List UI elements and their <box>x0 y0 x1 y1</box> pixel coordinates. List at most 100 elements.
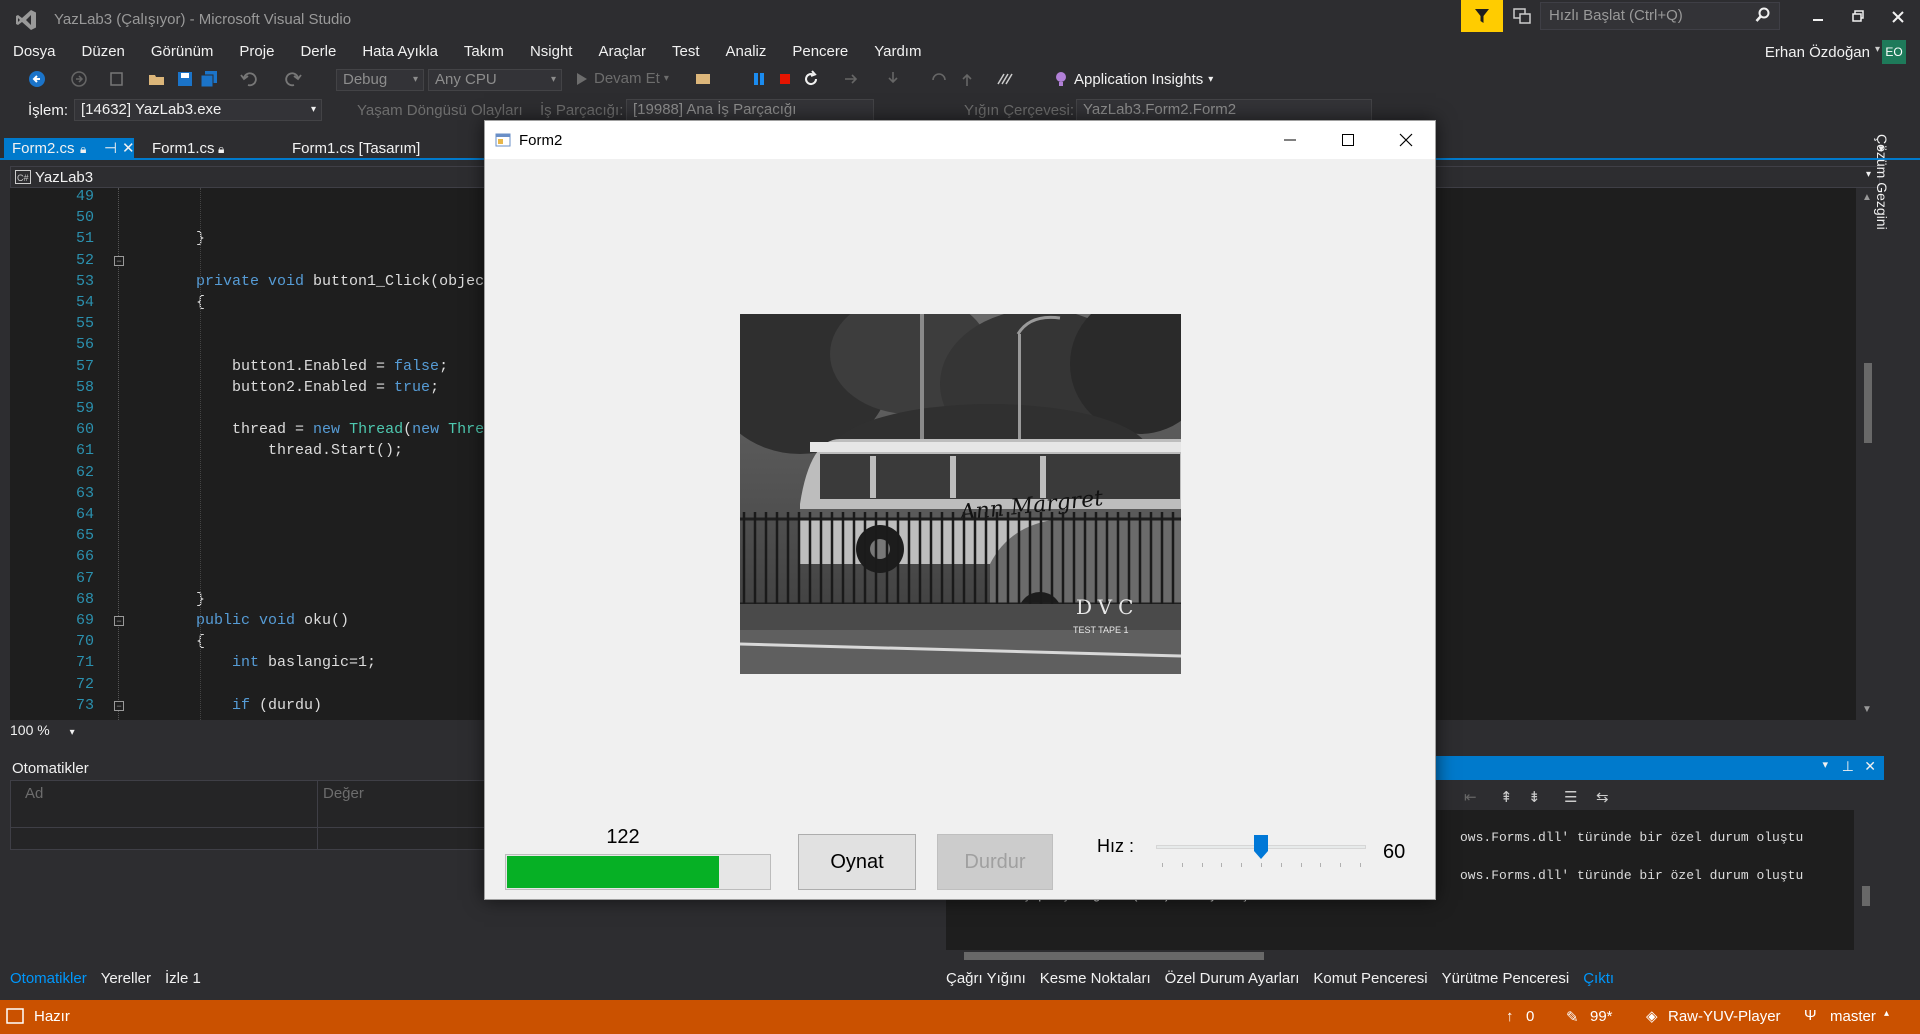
restore-icon[interactable] <box>1840 4 1876 30</box>
tab-locals[interactable]: Yereller <box>101 970 151 987</box>
save-all-icon[interactable] <box>200 70 218 88</box>
continue-button[interactable]: Devam Et ▾ <box>576 70 669 87</box>
scroll-up-icon[interactable]: ▲ <box>1862 192 1872 203</box>
repository-icon[interactable]: ◈ <box>1646 1007 1658 1025</box>
menu-item-takim[interactable]: Takım <box>451 40 517 64</box>
chevron-up-icon[interactable]: ▴ <box>1884 1008 1889 1019</box>
pause-icon[interactable] <box>750 70 768 88</box>
platform-dropdown[interactable]: Any CPU ▾ <box>428 69 562 91</box>
menu-item-nsight[interactable]: Nsight <box>517 40 586 64</box>
menu-item-analiz[interactable]: Analiz <box>713 40 780 64</box>
menu-item-derle[interactable]: Derle <box>287 40 349 64</box>
unpublished-commits-count[interactable]: 0 <box>1526 1008 1534 1025</box>
menu-item-dosya[interactable]: Dosya <box>0 40 69 64</box>
find-previous-icon[interactable]: ⇤ <box>1464 788 1477 806</box>
output-scrollbar[interactable] <box>1854 810 1878 960</box>
undo-icon[interactable] <box>240 70 258 88</box>
quick-launch-input[interactable]: Hızlı Başlat (Ctrl+Q) <box>1540 2 1780 30</box>
go-to-previous-message-icon[interactable]: ⇞ <box>1500 788 1513 806</box>
stop-button[interactable]: Durdur <box>937 834 1053 890</box>
tab-breakpoints[interactable]: Kesme Noktaları <box>1040 970 1151 987</box>
show-next-statement-icon[interactable] <box>842 70 860 88</box>
editor-scrollbar[interactable]: ▲ ▼ <box>1856 188 1880 720</box>
scroll-down-icon[interactable]: ▼ <box>1862 704 1872 715</box>
open-file-icon[interactable] <box>148 70 166 88</box>
forward-navigate-icon[interactable] <box>70 70 88 88</box>
tab-immediate-window[interactable]: Yürütme Penceresi <box>1442 970 1570 987</box>
tab-autos[interactable]: Otomatikler <box>10 970 87 987</box>
menu-item-yardim[interactable]: Yardım <box>861 40 934 64</box>
tab-command-window[interactable]: Komut Penceresi <box>1313 970 1427 987</box>
menu-item-proje[interactable]: Proje <box>226 40 287 64</box>
tab-exception-settings[interactable]: Özel Durum Ayarları <box>1165 970 1300 987</box>
clear-all-icon[interactable]: ☰ <box>1564 788 1577 806</box>
form-close-icon[interactable] <box>1377 121 1435 159</box>
back-navigate-icon[interactable] <box>28 70 46 88</box>
menu-item-test[interactable]: Test <box>659 40 713 64</box>
tab-form1-designer[interactable]: Form1.cs [Tasarım] <box>284 138 464 160</box>
solution-explorer-side-tab[interactable]: Çözüm Gezgini <box>1868 120 1892 230</box>
tab-call-stack[interactable]: Çağrı Yığını <box>946 970 1026 987</box>
tab-form1-cs[interactable]: Form1.cs 🔒︎ <box>144 138 264 160</box>
tab-watch-1[interactable]: İzle 1 <box>165 970 201 987</box>
application-insights-button[interactable]: Application Insights ▾ <box>1054 70 1213 88</box>
zoom-dropdown[interactable]: 100 % ▾ <box>10 722 82 744</box>
pin-icon[interactable]: ⊣ <box>104 138 117 160</box>
autos-col-name[interactable]: Ad <box>25 785 43 802</box>
process-picker-icon[interactable] <box>694 70 712 88</box>
avatar[interactable]: EO <box>1882 40 1906 64</box>
close-icon[interactable]: ✕ <box>1864 758 1876 775</box>
stack-frame-dropdown[interactable]: YazLab3.Form2.Form2 <box>1076 99 1372 121</box>
step-out-icon[interactable] <box>958 70 976 88</box>
tab-form2-cs[interactable]: Form2.cs 🔒︎ ⊣ ✕ <box>4 138 135 160</box>
notification-icon[interactable] <box>1512 6 1532 26</box>
menu-item-pencere[interactable]: Pencere <box>779 40 861 64</box>
pin-icon[interactable]: ⊥ <box>1842 758 1854 775</box>
branch-name[interactable]: master <box>1830 1008 1876 1025</box>
diagnostic-icon[interactable] <box>996 70 1014 88</box>
save-icon[interactable] <box>176 70 194 88</box>
step-into-icon[interactable] <box>884 70 902 88</box>
toggle-word-wrap-icon[interactable]: ⇆ <box>1596 788 1609 806</box>
pending-changes-count[interactable]: 99* <box>1590 1008 1613 1025</box>
fold-toggle-icon[interactable]: − <box>114 616 124 626</box>
minimize-icon[interactable] <box>1800 4 1836 30</box>
menu-item-gorunum[interactable]: Görünüm <box>138 40 227 64</box>
redo-icon[interactable] <box>284 70 302 88</box>
chevron-down-icon[interactable]: ▾ <box>1822 758 1828 771</box>
go-to-next-message-icon[interactable]: ⇟ <box>1528 788 1541 806</box>
fold-toggle-icon[interactable]: − <box>114 255 124 266</box>
lifecycle-events-label[interactable]: Yaşam Döngüsü Olayları <box>357 102 523 119</box>
repository-name[interactable]: Raw-YUV-Player <box>1668 1008 1781 1025</box>
play-button[interactable]: Oynat <box>798 834 916 890</box>
output-hscroll-thumb[interactable] <box>964 952 1264 960</box>
scroll-thumb[interactable] <box>1862 886 1870 906</box>
stop-debug-icon[interactable] <box>776 70 794 88</box>
speed-slider-thumb[interactable] <box>1254 835 1268 859</box>
thread-dropdown[interactable]: [19988] Ana İş Parçacığı <box>626 99 874 121</box>
autos-col-value[interactable]: Değer <box>323 785 364 802</box>
close-icon[interactable] <box>1880 4 1916 30</box>
form-minimize-icon[interactable] <box>1261 121 1319 159</box>
tab-output[interactable]: Çıktı <box>1583 970 1614 987</box>
feedback-filter-icon[interactable] <box>1461 0 1503 32</box>
project-dropdown[interactable]: YazLab3 <box>35 169 93 186</box>
publish-up-arrow-icon[interactable]: ↑ <box>1506 1008 1514 1025</box>
horizontal-scrollbar[interactable] <box>10 744 484 754</box>
menu-item-araclar[interactable]: Araçlar <box>585 40 659 64</box>
fold-toggle-icon[interactable]: − <box>114 700 124 711</box>
step-over-icon[interactable] <box>930 70 948 88</box>
pencil-icon[interactable]: ✎ <box>1566 1008 1579 1026</box>
process-dropdown[interactable]: [14632] YazLab3.exe ▾ <box>74 99 322 121</box>
account-name[interactable]: Erhan Özdoğan <box>1765 44 1870 61</box>
menu-item-duzen[interactable]: Düzen <box>69 40 138 64</box>
scroll-thumb[interactable] <box>1864 363 1872 443</box>
menu-item-hata-ayikla[interactable]: Hata Ayıkla <box>349 40 451 64</box>
restart-icon[interactable] <box>802 70 820 88</box>
new-project-icon[interactable] <box>108 70 126 88</box>
close-tab-icon[interactable]: ✕ <box>122 138 135 160</box>
form-maximize-icon[interactable] <box>1319 121 1377 159</box>
account-chevron-icon[interactable]: ▾ <box>1875 44 1880 55</box>
solution-config-dropdown[interactable]: Debug ▾ <box>336 69 424 91</box>
branch-icon[interactable]: Ψ <box>1804 1007 1817 1024</box>
